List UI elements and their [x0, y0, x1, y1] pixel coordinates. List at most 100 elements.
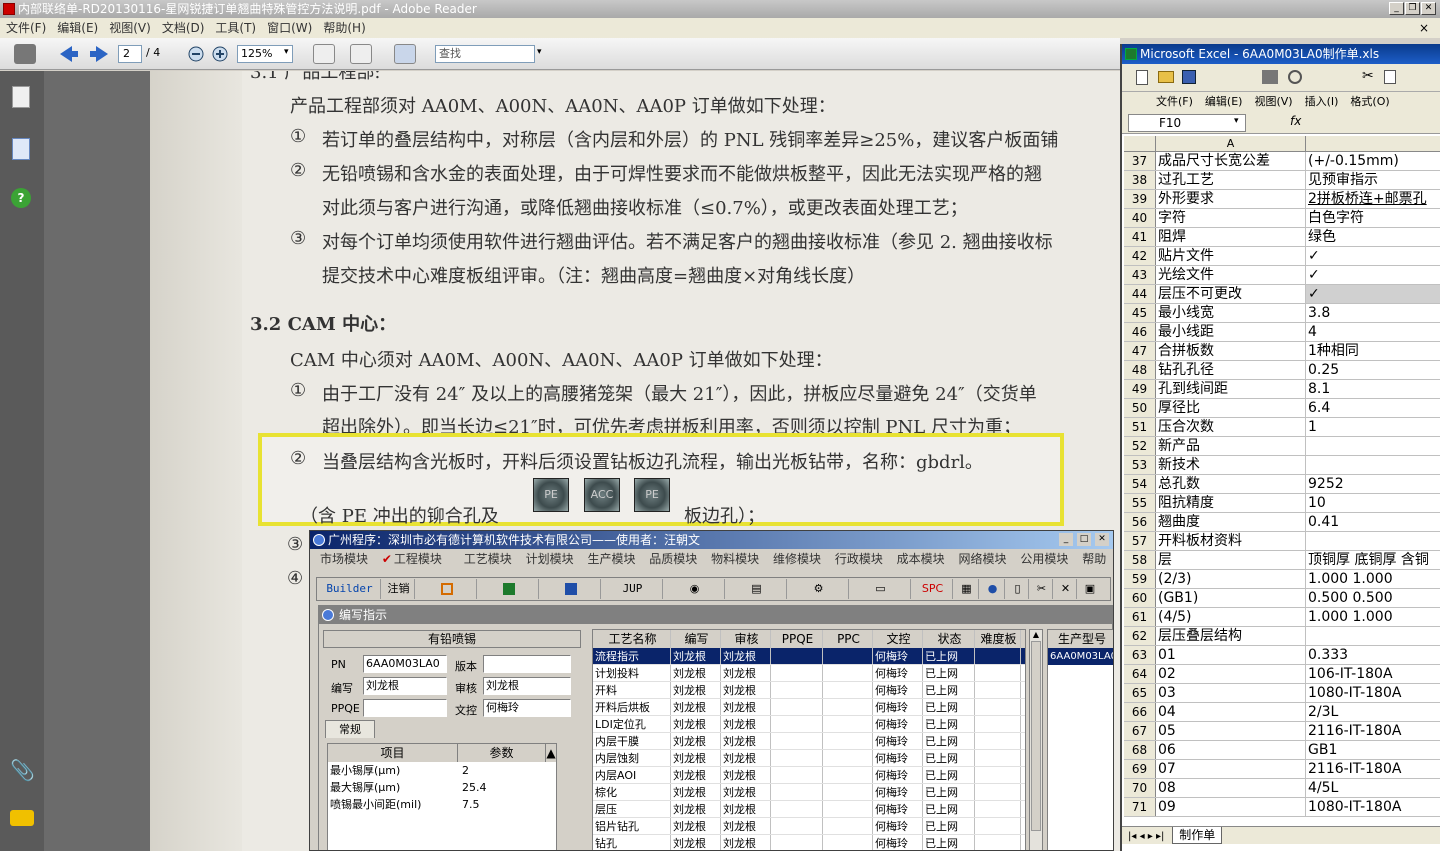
- cell-a[interactable]: 字符: [1156, 209, 1306, 227]
- cell-b[interactable]: 9252: [1306, 475, 1440, 493]
- scroll-up-icon[interactable]: ▲: [546, 744, 556, 762]
- row-number[interactable]: 56: [1124, 513, 1156, 531]
- grid-cell[interactable]: 刘龙根: [671, 682, 721, 698]
- row-number[interactable]: 45: [1124, 304, 1156, 322]
- cell-b[interactable]: GB1: [1306, 741, 1440, 759]
- doc-close-icon[interactable]: ×: [1419, 18, 1429, 38]
- grid-cell[interactable]: 刘龙根: [671, 818, 721, 834]
- cell-b[interactable]: 0.25: [1306, 361, 1440, 379]
- cell-a[interactable]: 层压不可更改: [1156, 285, 1306, 303]
- grid-cell[interactable]: [771, 682, 823, 698]
- grid-cell[interactable]: 刘龙根: [671, 767, 721, 783]
- grid-row[interactable]: 开料 刘龙根 刘龙根 何梅玲 已上网: [593, 682, 1025, 699]
- sheet-row[interactable]: 66 04 2/3L: [1124, 703, 1440, 722]
- word-icon[interactable]: [541, 579, 601, 599]
- cell-a[interactable]: 过孔工艺: [1156, 171, 1306, 189]
- find-dropdown-icon[interactable]: ▾: [537, 47, 542, 57]
- cell-b[interactable]: 10: [1306, 494, 1440, 512]
- cell-b[interactable]: 0.333: [1306, 646, 1440, 664]
- globe-icon[interactable]: ●: [981, 579, 1005, 599]
- menu-edit[interactable]: 编辑(E): [57, 21, 98, 35]
- grid-cell[interactable]: 何梅玲: [873, 767, 923, 783]
- param-row[interactable]: 最大锡厚(μm) 25.4: [328, 779, 556, 796]
- cell-b[interactable]: 1: [1306, 418, 1440, 436]
- cell-b[interactable]: 2/3L: [1306, 703, 1440, 721]
- sheet-row[interactable]: 48 钻孔孔径 0.25: [1124, 361, 1440, 380]
- sheet-row[interactable]: 64 02 106-IT-180A: [1124, 665, 1440, 684]
- cell-b[interactable]: 1种相同: [1306, 342, 1440, 360]
- cell-a[interactable]: 05: [1156, 722, 1306, 740]
- cell-b[interactable]: 2116-IT-180A: [1306, 760, 1440, 778]
- sheet-row[interactable]: 46 最小线距 4: [1124, 323, 1440, 342]
- grid-cell[interactable]: [771, 750, 823, 766]
- grid-cell[interactable]: 刘龙根: [671, 716, 721, 732]
- row-number[interactable]: 40: [1124, 209, 1156, 227]
- row-number[interactable]: 51: [1124, 418, 1156, 436]
- page-number-input[interactable]: 2: [118, 45, 142, 63]
- pn-field[interactable]: 6AA0M03LA0: [363, 655, 447, 673]
- grid-cell[interactable]: 何梅玲: [873, 648, 923, 664]
- sheet-nav-icon[interactable]: |◂ ◂ ▸ ▸|: [1128, 831, 1164, 842]
- grid-cell[interactable]: 已上网: [923, 801, 975, 817]
- report-icon[interactable]: [417, 579, 477, 599]
- sheet-row[interactable]: 43 光绘文件 ✓: [1124, 266, 1440, 285]
- cell-a[interactable]: 钻孔孔径: [1156, 361, 1306, 379]
- row-number[interactable]: 64: [1124, 665, 1156, 683]
- review-field[interactable]: 刘龙根: [483, 677, 571, 695]
- cell-a[interactable]: (GB1): [1156, 589, 1306, 607]
- cell-b[interactable]: [1306, 627, 1440, 645]
- sheet-row[interactable]: 65 03 1080-IT-180A: [1124, 684, 1440, 703]
- cell-a[interactable]: 总孔数: [1156, 475, 1306, 493]
- grid-cell[interactable]: [823, 648, 873, 664]
- grid-cell[interactable]: [823, 784, 873, 800]
- cell-a[interactable]: 03: [1156, 684, 1306, 702]
- tab-general[interactable]: 常规: [325, 720, 375, 738]
- sheet-row[interactable]: 41 阻焊 绿色: [1124, 228, 1440, 247]
- cell-b[interactable]: 2拼板桥连+邮票孔: [1306, 190, 1440, 208]
- grid-cell[interactable]: [771, 818, 823, 834]
- calc-icon[interactable]: ▦: [955, 579, 979, 599]
- cell-b[interactable]: 106-IT-180A: [1306, 665, 1440, 683]
- cell-a[interactable]: 孔到线间距: [1156, 380, 1306, 398]
- grid-cell[interactable]: [823, 682, 873, 698]
- grid-cell[interactable]: 刘龙根: [721, 767, 771, 783]
- name-box-dropdown-icon[interactable]: ▾: [1234, 116, 1239, 126]
- cell-a[interactable]: 06: [1156, 741, 1306, 759]
- grid-cell[interactable]: 已上网: [923, 784, 975, 800]
- fit-page-icon[interactable]: [313, 44, 335, 64]
- grid-cell[interactable]: 开料: [593, 682, 671, 698]
- cell-b[interactable]: 3.8: [1306, 304, 1440, 322]
- grid-cell[interactable]: 层压: [593, 801, 671, 817]
- grid-row[interactable]: 层压 刘龙根 刘龙根 何梅玲 已上网: [593, 801, 1025, 818]
- grid-row[interactable]: 内层蚀刻 刘龙根 刘龙根 何梅玲 已上网: [593, 750, 1025, 767]
- restore-button[interactable]: ❐: [1405, 2, 1420, 15]
- grid-cell[interactable]: 刘龙根: [721, 733, 771, 749]
- logout-button[interactable]: 注销: [383, 579, 415, 599]
- row-number[interactable]: 70: [1124, 779, 1156, 797]
- sheet-row[interactable]: 60 (GB1) 0.500 0.500: [1124, 589, 1440, 608]
- grid-row[interactable]: 内层AOI 刘龙根 刘龙根 何梅玲 已上网: [593, 767, 1025, 784]
- row-number[interactable]: 67: [1124, 722, 1156, 740]
- grid-cell[interactable]: 刘龙根: [671, 784, 721, 800]
- sheet-row[interactable]: 52 新产品: [1124, 437, 1440, 456]
- param-row[interactable]: 喷锡最小间距(mil) 7.5: [328, 796, 556, 813]
- grid-cell[interactable]: [975, 801, 1021, 817]
- menu-view[interactable]: 视图(V): [109, 21, 151, 35]
- grid-cell[interactable]: 流程指示: [593, 648, 671, 664]
- grid-header-cell[interactable]: 编写: [671, 630, 721, 648]
- row-number[interactable]: 46: [1124, 323, 1156, 341]
- row-number[interactable]: 49: [1124, 380, 1156, 398]
- grid-cell[interactable]: 何梅玲: [873, 750, 923, 766]
- grid-cell[interactable]: [823, 818, 873, 834]
- menu-document[interactable]: 文档(D): [162, 21, 205, 35]
- cell-b[interactable]: 0.500 0.500: [1306, 589, 1440, 607]
- cell-b[interactable]: 1080-IT-180A: [1306, 798, 1440, 816]
- attachments-icon[interactable]: 📎: [10, 758, 35, 782]
- cam-menu-help[interactable]: 帮助: [1082, 552, 1106, 566]
- help-icon[interactable]: ?: [11, 188, 31, 208]
- cut-icon[interactable]: ✂: [1362, 68, 1374, 84]
- grid-cell[interactable]: 何梅玲: [873, 801, 923, 817]
- find-input[interactable]: 查找: [435, 45, 535, 63]
- sheet-row[interactable]: 70 08 4/5L: [1124, 779, 1440, 798]
- sheet-row[interactable]: 57 开料板材资料: [1124, 532, 1440, 551]
